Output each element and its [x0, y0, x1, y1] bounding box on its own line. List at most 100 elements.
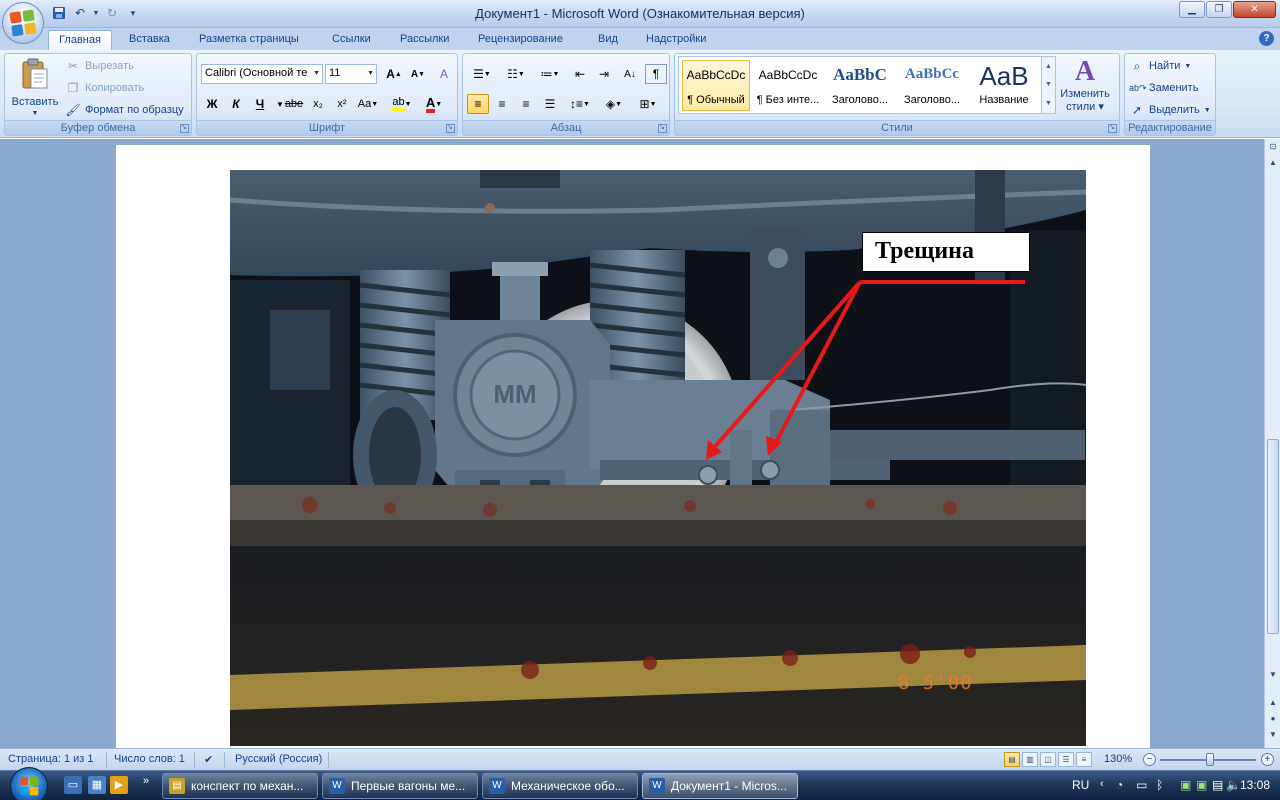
style-heading-2[interactable]: AaBbCc Заголово...	[898, 60, 966, 111]
scroll-down-icon[interactable]: ▼	[1267, 669, 1279, 681]
styles-launcher-icon[interactable]: ↘	[1108, 124, 1117, 133]
explorer-quicklaunch-icon[interactable]: ▦	[88, 776, 106, 794]
style-heading-1[interactable]: AaBbC Заголово...	[826, 60, 894, 111]
italic-button[interactable]: К	[225, 94, 247, 114]
app-tray-icon[interactable]: ▣	[1180, 778, 1191, 792]
shrink-font-button[interactable]: A ▼	[407, 64, 429, 84]
browse-object-icon[interactable]: ●	[1267, 713, 1279, 725]
maximize-button[interactable]: ❐	[1206, 1, 1232, 18]
language-status[interactable]: Русский (Россия)	[235, 753, 322, 765]
cut-button[interactable]: ✂ Вырезать	[65, 56, 134, 76]
ruler-toggle-icon[interactable]: ⊡	[1267, 141, 1279, 153]
find-button[interactable]: ⌕ Найти ▼	[1129, 56, 1192, 76]
full-screen-reading-view-icon[interactable]: ▥	[1022, 752, 1038, 767]
line-spacing-button[interactable]: ↕≡ ▼	[565, 94, 595, 114]
borders-button[interactable]: ⊞ ▼	[633, 94, 663, 114]
zoom-slider-thumb[interactable]	[1206, 753, 1214, 766]
bold-button[interactable]: Ж	[201, 94, 223, 114]
clipboard-launcher-icon[interactable]: ↘	[180, 124, 189, 133]
taskbar-item-mechanical[interactable]: W Механическое обо...	[482, 773, 638, 799]
tab-view[interactable]: Вид	[590, 30, 626, 50]
paste-button[interactable]: Вставить ▼	[9, 56, 61, 120]
network-connection-icon[interactable]: ▤	[1212, 778, 1223, 792]
proofing-icon[interactable]: ✔	[204, 753, 213, 766]
change-case-button[interactable]: Aa ▼	[355, 94, 381, 114]
style-normal[interactable]: AaBbCcDc ¶ Обычный	[682, 60, 750, 111]
select-button[interactable]: ➚ Выделить ▼	[1129, 100, 1211, 120]
bullets-button[interactable]: ☰ ▼	[467, 64, 497, 84]
multilevel-list-button[interactable]: ≔ ▼	[535, 64, 565, 84]
superscript-button[interactable]: x²	[331, 94, 353, 114]
font-name-combo[interactable]: Calibri (Основной те ▼	[201, 64, 323, 84]
show-marks-button[interactable]: ¶	[645, 64, 667, 84]
copy-button[interactable]: ❐ Копировать	[65, 78, 145, 98]
scroll-thumb[interactable]	[1267, 439, 1279, 634]
gallery-more-icon[interactable]: ▼	[1045, 100, 1052, 107]
outline-view-icon[interactable]: ☰	[1058, 752, 1074, 767]
taskbar-item-konspekt[interactable]: ▤ конспект по механ...	[162, 773, 318, 799]
clock[interactable]: 13:08	[1240, 778, 1270, 792]
gallery-up-icon[interactable]: ▲	[1045, 63, 1052, 70]
zoom-level[interactable]: 130%	[1104, 753, 1132, 765]
tab-mailings[interactable]: Рассылки	[392, 30, 457, 50]
show-desktop-icon[interactable]: ▭	[64, 776, 82, 794]
highlight-button[interactable]: ab ▼	[387, 94, 417, 114]
tray-expand-icon[interactable]: ‹	[1100, 778, 1104, 790]
decrease-indent-button[interactable]: ⇤	[569, 64, 591, 84]
align-right-button[interactable]: ≡	[515, 94, 537, 114]
taskbar-item-first-wagons[interactable]: W Первые вагоны ме...	[322, 773, 478, 799]
font-color-button[interactable]: A ▼	[419, 94, 449, 114]
bluetooth-tray-icon[interactable]: ᛒ	[1156, 778, 1163, 792]
shading-button[interactable]: ◈ ▼	[599, 94, 629, 114]
gallery-down-icon[interactable]: ▼	[1045, 81, 1052, 88]
numbering-button[interactable]: ☷ ▼	[501, 64, 531, 84]
next-page-icon[interactable]: ▼	[1267, 729, 1279, 741]
tab-review[interactable]: Рецензирование	[470, 30, 571, 50]
start-button[interactable]	[10, 767, 48, 800]
tab-insert[interactable]: Вставка	[121, 30, 178, 50]
justify-button[interactable]: ☰	[539, 94, 561, 114]
zoom-in-icon[interactable]: +	[1261, 753, 1274, 766]
align-center-button[interactable]: ≡	[491, 94, 513, 114]
strikethrough-button[interactable]: abe	[283, 94, 305, 114]
font-size-combo[interactable]: 11 ▼	[325, 64, 377, 84]
tab-addins[interactable]: Надстройки	[638, 30, 714, 50]
format-painter-button[interactable]: 🖌 Формат по образцу	[65, 100, 183, 120]
taskbar-item-document1[interactable]: W Документ1 - Micros...	[642, 773, 798, 799]
style-title[interactable]: AaB Название	[970, 60, 1038, 111]
minimize-button[interactable]: ▁	[1179, 1, 1205, 18]
quicklaunch-more-icon[interactable]: »	[143, 775, 149, 787]
monitor-tray-icon[interactable]: ▭	[1136, 778, 1147, 792]
draft-view-icon[interactable]: ≡	[1076, 752, 1092, 767]
close-button[interactable]: ✕	[1233, 1, 1276, 18]
media-player-icon[interactable]: ▶	[110, 776, 128, 794]
subscript-button[interactable]: x₂	[307, 94, 329, 114]
web-layout-view-icon[interactable]: ◫	[1040, 752, 1056, 767]
grow-font-button[interactable]: A ▲	[383, 64, 405, 84]
input-language[interactable]: RU	[1072, 778, 1089, 792]
tab-references[interactable]: Ссылки	[324, 30, 379, 50]
office-button[interactable]	[2, 2, 44, 44]
vertical-scrollbar[interactable]: ⊡ ▲ ▼ ▲ ● ▼	[1264, 139, 1280, 748]
tab-page-layout[interactable]: Разметка страницы	[191, 30, 307, 50]
increase-indent-button[interactable]: ⇥	[593, 64, 615, 84]
align-left-button[interactable]: ≡	[467, 94, 489, 114]
sort-button[interactable]: A↓	[619, 64, 641, 84]
app-tray-icon[interactable]: ▣	[1196, 778, 1207, 792]
page-count[interactable]: Страница: 1 из 1	[8, 753, 94, 765]
print-layout-view-icon[interactable]: ▤	[1004, 752, 1020, 767]
previous-page-icon[interactable]: ▲	[1267, 697, 1279, 709]
word-count[interactable]: Число слов: 1	[114, 753, 185, 765]
change-styles-button[interactable]: A Изменить стили ▾	[1053, 56, 1117, 120]
tab-home[interactable]: Главная	[48, 30, 112, 50]
style-no-spacing[interactable]: AaBbCcDc ¶ Без инте...	[754, 60, 822, 111]
help-icon[interactable]: ?	[1259, 31, 1274, 46]
underline-button[interactable]: Ч	[249, 94, 271, 114]
clear-formatting-button[interactable]: A	[433, 64, 455, 84]
scroll-up-icon[interactable]: ▲	[1267, 157, 1279, 169]
volume-icon[interactable]: 🔈	[1226, 778, 1241, 792]
replace-button[interactable]: ab↷ Заменить	[1129, 78, 1198, 98]
font-launcher-icon[interactable]: ↘	[446, 124, 455, 133]
network-tray-icon[interactable]: ◔	[1116, 778, 1123, 792]
zoom-out-icon[interactable]: −	[1143, 753, 1156, 766]
